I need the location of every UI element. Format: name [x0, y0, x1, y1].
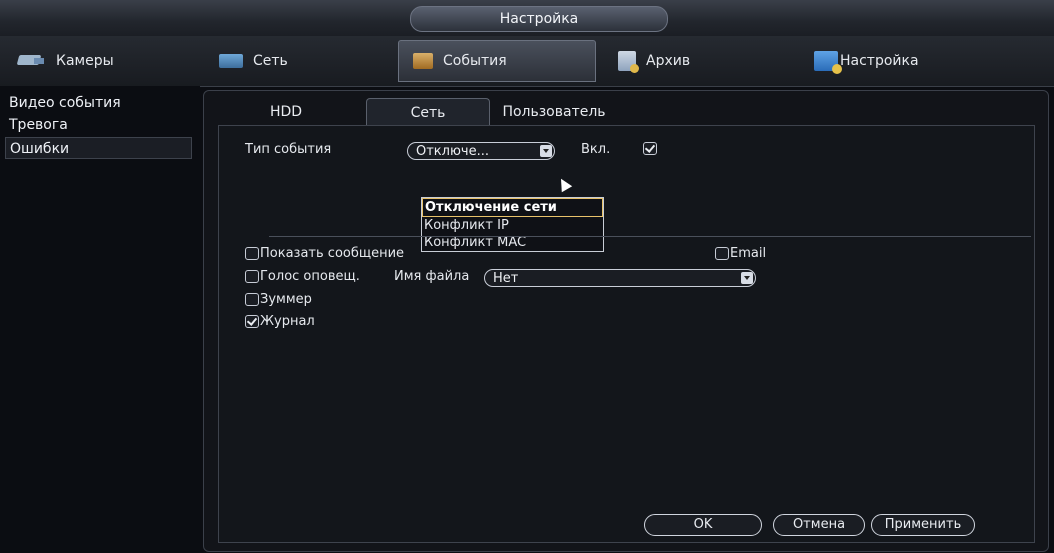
nav-tab-events[interactable]: События [398, 40, 596, 82]
nav-tab-settings[interactable]: Настройка [800, 40, 990, 82]
main-nav: Камеры Сеть События Архив Настройка [0, 36, 1054, 87]
file-name-label: Имя файла [394, 269, 470, 284]
tab-hdd[interactable]: HDD [246, 98, 326, 126]
nav-tab-label: События [443, 53, 507, 69]
voice-checkbox[interactable] [245, 270, 259, 283]
event-type-select[interactable]: Отключе... [407, 142, 555, 160]
event-type-label: Тип события [245, 142, 332, 157]
log-checkbox[interactable] [245, 315, 259, 328]
divider [269, 236, 1031, 237]
nav-tab-label: Настройка [840, 53, 919, 69]
dropdown-option-ip-conflict[interactable]: Конфликт IP [422, 217, 603, 234]
nav-tab-label: Архив [646, 53, 691, 69]
file-name-value: Нет [493, 271, 519, 286]
email-checkbox[interactable] [715, 247, 729, 260]
buzzer-label: Зуммер [260, 292, 312, 307]
tab-network[interactable]: Сеть [366, 98, 490, 126]
settings-panel: HDD Сеть Пользователь Тип события Отключ… [203, 90, 1049, 552]
mouse-cursor-icon [555, 175, 573, 193]
sidebar-item-errors[interactable]: Ошибки [5, 137, 192, 159]
email-label: Email [730, 246, 767, 261]
event-type-value: Отключе... [416, 144, 489, 159]
apply-button[interactable]: Применить [871, 514, 975, 536]
event-type-dropdown: Отключение сети Конфликт IP Конфликт MAC [421, 197, 604, 252]
chevron-down-icon [540, 145, 552, 157]
show-message-checkbox[interactable] [245, 247, 259, 260]
log-label: Журнал [260, 314, 315, 329]
archive-icon [618, 51, 639, 73]
sidebar: Видео события Тревога Ошибки [0, 86, 200, 553]
events-icon [413, 53, 433, 69]
show-message-label: Показать сообщение [260, 246, 405, 261]
camera-icon [18, 53, 46, 69]
network-icon [219, 54, 243, 68]
title-bar: Настройка [0, 0, 1054, 37]
nav-tab-network[interactable]: Сеть [205, 40, 390, 82]
form-area: Тип события Отключе... Вкл. Отключение с… [218, 125, 1035, 543]
enable-label: Вкл. [581, 142, 611, 157]
nav-tab-label: Сеть [253, 53, 288, 69]
tab-user[interactable]: Пользователь [494, 98, 614, 126]
dropdown-option-network-disconnect[interactable]: Отключение сети [422, 198, 603, 217]
window-title: Настройка [410, 6, 668, 32]
nav-tab-cameras[interactable]: Камеры [4, 40, 189, 82]
chevron-down-icon [741, 272, 753, 284]
cancel-button[interactable]: Отмена [773, 514, 865, 536]
settings-icon [814, 51, 842, 74]
file-name-select[interactable]: Нет [484, 269, 756, 287]
enable-checkbox[interactable] [643, 142, 657, 155]
ok-button[interactable]: OK [644, 514, 762, 536]
buzzer-checkbox[interactable] [245, 293, 259, 306]
sidebar-item-video-events[interactable]: Видео события [5, 92, 192, 114]
sidebar-item-alarm[interactable]: Тревога [5, 114, 192, 136]
voice-label: Голос оповещ. [260, 269, 360, 284]
nav-tab-archive[interactable]: Архив [604, 40, 789, 82]
nav-tab-label: Камеры [56, 53, 114, 69]
